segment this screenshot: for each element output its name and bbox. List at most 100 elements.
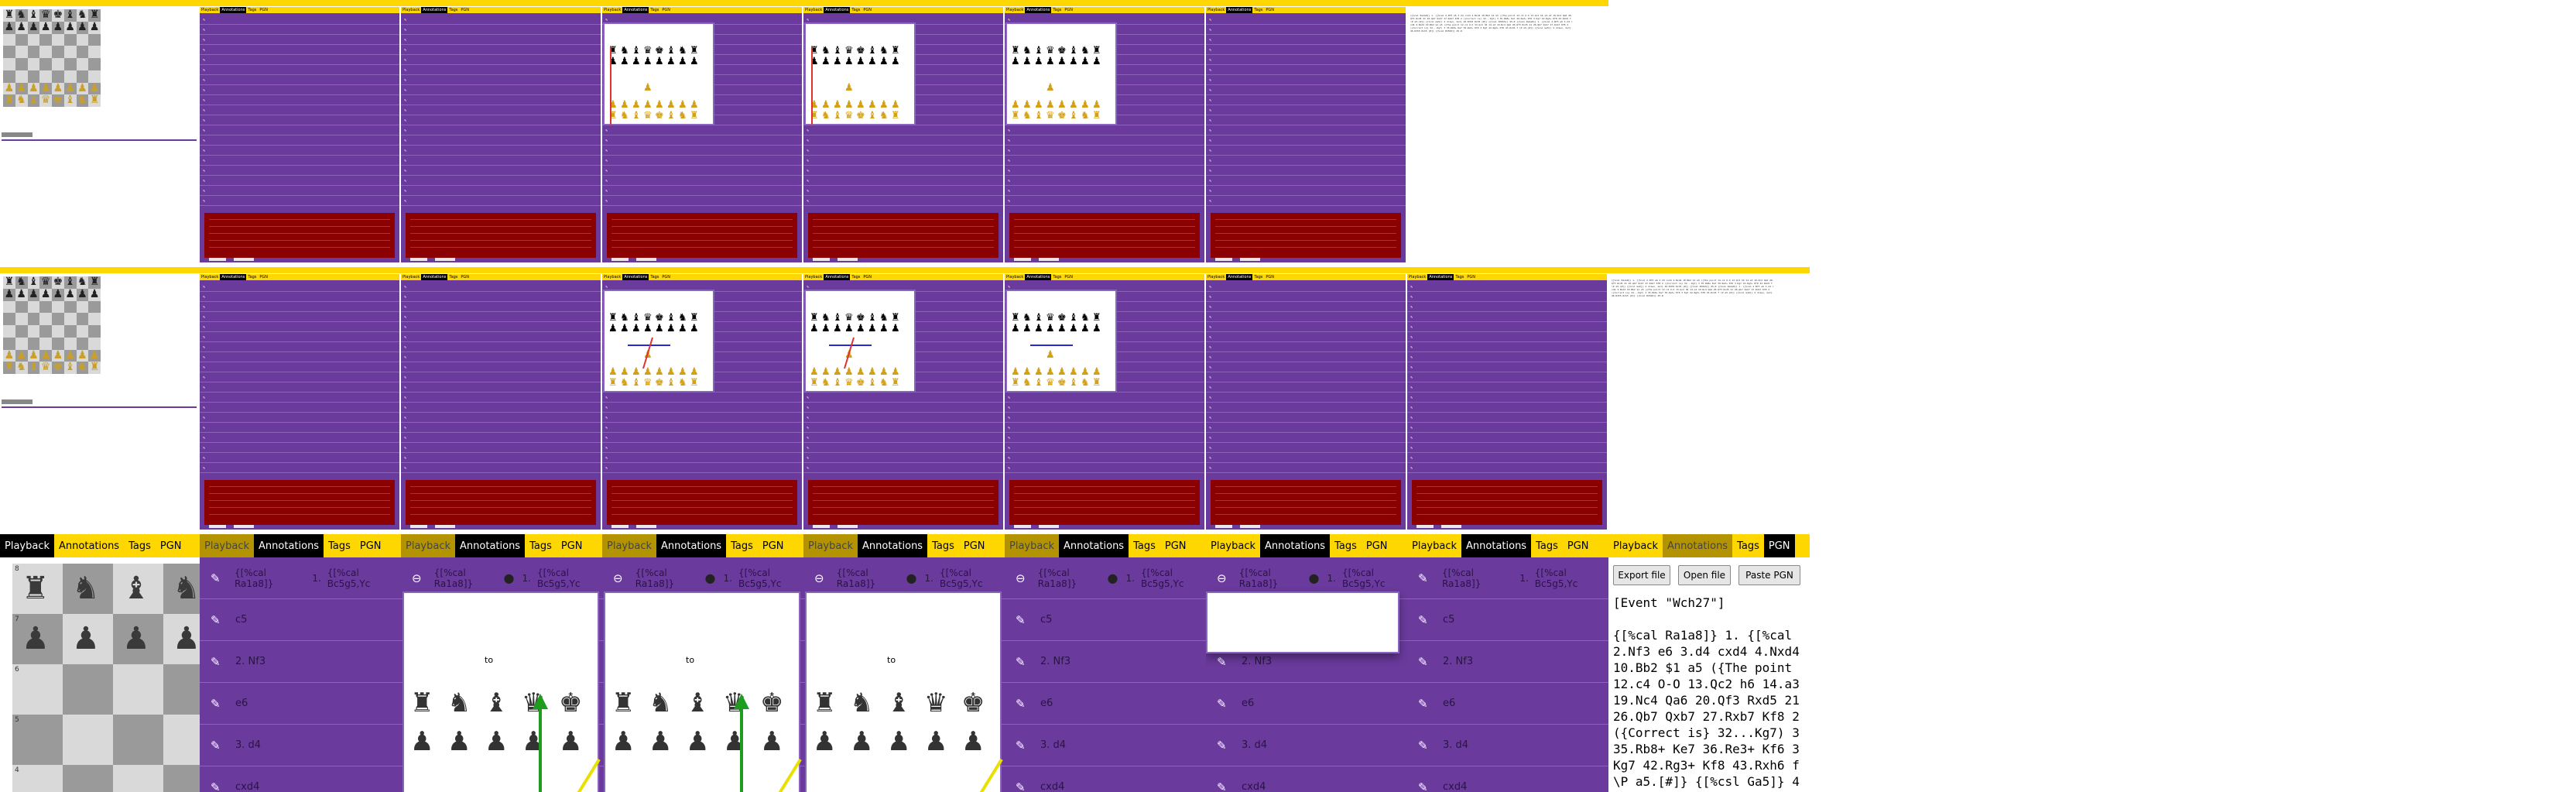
pencil-icon[interactable]: ✎: [203, 189, 205, 193]
white-pawn-icon[interactable]: ♟: [39, 349, 52, 362]
tab-pgn[interactable]: PGN: [1563, 534, 1594, 557]
tab-annotations[interactable]: Annotations: [1025, 7, 1052, 13]
pencil-icon[interactable]: ✎: [1410, 436, 1413, 440]
pencil-icon[interactable]: ✎: [203, 199, 205, 203]
board-square[interactable]: [76, 33, 89, 46]
pencil-icon[interactable]: ✎: [1410, 355, 1413, 359]
paste-pgn-button[interactable]: Paste PGN: [1738, 565, 1800, 585]
pencil-icon[interactable]: ✎: [807, 169, 809, 173]
pencil-icon[interactable]: ✎: [1008, 139, 1010, 142]
board-square[interactable]: [3, 70, 15, 83]
tab-playback[interactable]: Playback: [401, 274, 421, 280]
save-comment-button[interactable]: [636, 258, 656, 261]
black-pawn-icon[interactable]: ♟: [39, 288, 52, 301]
pencil-icon[interactable]: ✎: [1418, 613, 1434, 627]
pencil-icon[interactable]: ✎: [404, 88, 406, 92]
pencil-icon[interactable]: ✎: [404, 416, 406, 420]
comment-editor-panel[interactable]: [607, 213, 797, 258]
pencil-icon[interactable]: ✎: [1008, 179, 1010, 183]
tab-annotations[interactable]: Annotations: [858, 534, 928, 557]
cancel-comment-button[interactable]: [1215, 525, 1232, 528]
pencil-icon[interactable]: ✎: [203, 315, 205, 319]
cancel-comment-button[interactable]: [1014, 258, 1031, 261]
tab-playback[interactable]: Playback: [401, 534, 456, 557]
pencil-icon[interactable]: ✎: [203, 108, 205, 112]
pencil-icon[interactable]: ✎: [605, 129, 608, 132]
pencil-icon[interactable]: ✎: [404, 38, 406, 42]
tab-annotations[interactable]: Annotations: [1427, 274, 1454, 280]
tab-tags[interactable]: Tags: [1252, 274, 1264, 280]
white-pawn-icon[interactable]: ♟: [39, 82, 52, 95]
pencil-icon[interactable]: ✎: [404, 466, 406, 470]
pencil-icon[interactable]: ✎: [1410, 446, 1413, 450]
pencil-icon[interactable]: ✎: [203, 38, 205, 42]
tab-pgn[interactable]: PGN: [1465, 274, 1477, 280]
board-square[interactable]: [52, 313, 64, 325]
tab-tags[interactable]: Tags: [850, 274, 862, 280]
pencil-icon[interactable]: ✎: [807, 406, 809, 410]
tab-tags[interactable]: Tags: [1531, 534, 1563, 557]
pencil-icon[interactable]: ✎: [1217, 655, 1232, 669]
board-square[interactable]: [163, 664, 200, 715]
comment-editor-panel[interactable]: [1412, 480, 1602, 525]
pencil-icon[interactable]: ✎: [1008, 285, 1010, 289]
tab-pgn[interactable]: PGN: [1264, 7, 1276, 13]
pencil-icon[interactable]: ✎: [1209, 88, 1211, 92]
black-piece-icon[interactable]: ♝: [28, 276, 40, 289]
pencil-icon[interactable]: ✎: [203, 446, 205, 450]
pencil-icon[interactable]: ✎: [1209, 345, 1211, 349]
bullet-icon[interactable]: ●: [906, 571, 917, 585]
pencil-icon[interactable]: ✎: [807, 436, 809, 440]
pencil-icon[interactable]: ✎: [203, 406, 205, 410]
black-piece-icon[interactable]: ♝: [64, 9, 77, 22]
tab-tags[interactable]: Tags: [525, 534, 557, 557]
save-comment-button[interactable]: [636, 525, 656, 528]
pencil-icon[interactable]: ✎: [1209, 386, 1211, 389]
pencil-icon[interactable]: ✎: [1209, 108, 1211, 112]
pencil-icon[interactable]: ✎: [203, 28, 205, 32]
pencil-icon[interactable]: ✎: [1209, 98, 1211, 102]
board-square[interactable]: [27, 58, 40, 70]
pencil-icon[interactable]: ✎: [404, 355, 406, 359]
pencil-icon[interactable]: ✎: [1209, 325, 1211, 329]
bullet-icon[interactable]: ●: [705, 571, 716, 585]
tab-annotations[interactable]: Annotations: [421, 7, 448, 13]
pencil-icon[interactable]: ✎: [1418, 655, 1434, 669]
save-comment-button[interactable]: [435, 258, 455, 261]
white-pawn-icon[interactable]: ♟: [88, 82, 101, 95]
save-comment-button[interactable]: [838, 258, 858, 261]
board-square[interactable]: [52, 337, 64, 350]
tab-annotations[interactable]: Annotations: [220, 274, 247, 280]
board-square[interactable]: [39, 300, 52, 314]
pencil-icon[interactable]: ✎: [211, 613, 226, 627]
pencil-icon[interactable]: ✎: [211, 697, 226, 711]
pencil-icon[interactable]: ✎: [404, 305, 406, 309]
pencil-icon[interactable]: ✎: [1209, 355, 1211, 359]
pencil-icon[interactable]: ✎: [404, 315, 406, 319]
board-square[interactable]: [15, 33, 28, 46]
black-piece-icon[interactable]: ♚: [52, 9, 64, 22]
pencil-icon[interactable]: ✎: [1209, 169, 1211, 173]
white-pawn-icon[interactable]: ♟: [64, 349, 77, 362]
tab-pgn[interactable]: PGN: [862, 7, 873, 13]
pencil-icon[interactable]: ✎: [404, 159, 406, 163]
tab-tags[interactable]: Tags: [124, 534, 156, 557]
pencil-icon[interactable]: ✎: [1410, 466, 1413, 470]
pencil-icon[interactable]: ✎: [404, 68, 406, 72]
pencil-icon[interactable]: ✎: [203, 149, 205, 153]
tab-tags[interactable]: Tags: [1051, 7, 1063, 13]
annotation-row[interactable]: ✎ {[%cal Ra1a8]} 1. {[%cal Bc5g5,Yc: [1407, 557, 1608, 599]
board-square[interactable]: [15, 337, 28, 350]
tab-annotations[interactable]: Annotations: [455, 534, 526, 557]
cancel-comment-button[interactable]: [209, 525, 226, 528]
tab-tags[interactable]: Tags: [1051, 274, 1063, 280]
pencil-icon[interactable]: ✎: [605, 169, 608, 173]
comment-editor-panel[interactable]: [406, 213, 596, 258]
pencil-icon[interactable]: ✎: [1209, 78, 1211, 82]
cancel-comment-button[interactable]: [611, 258, 629, 261]
pencil-icon[interactable]: ✎: [404, 98, 406, 102]
pencil-icon[interactable]: ✎: [807, 18, 809, 22]
pencil-icon[interactable]: ✎: [1008, 169, 1010, 173]
board-square[interactable]: [27, 325, 40, 338]
black-pawn-icon[interactable]: ♟: [88, 288, 101, 301]
